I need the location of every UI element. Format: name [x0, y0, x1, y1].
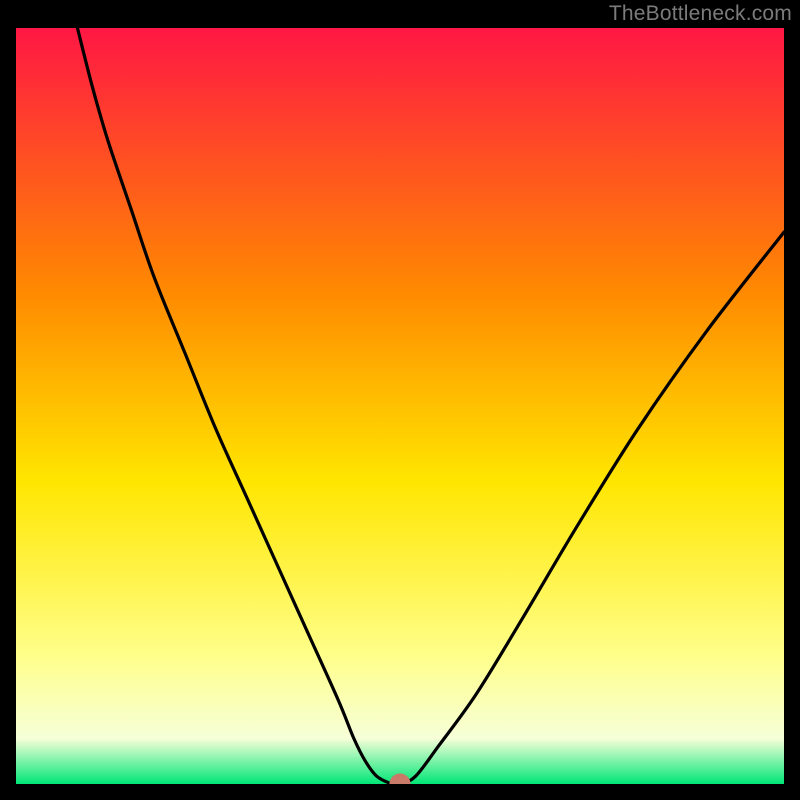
watermark-text: TheBottleneck.com	[609, 2, 792, 26]
chart-svg	[16, 28, 784, 784]
chart-frame: TheBottleneck.com	[0, 0, 800, 800]
plot-container	[16, 28, 784, 784]
gradient-background	[16, 28, 784, 784]
